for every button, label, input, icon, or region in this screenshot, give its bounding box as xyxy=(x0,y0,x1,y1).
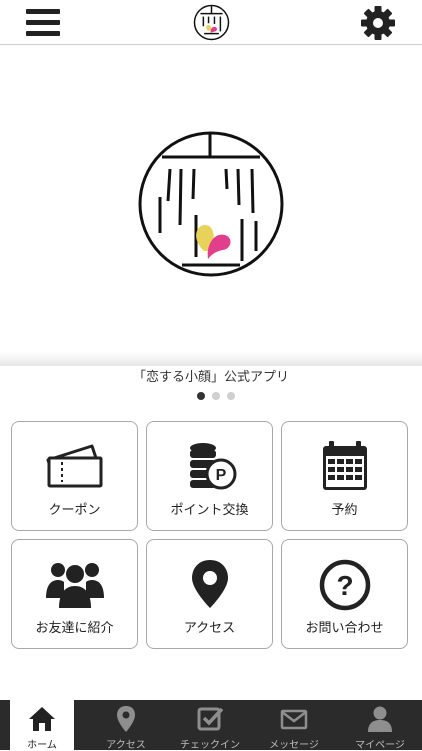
tab-home[interactable]: ホーム xyxy=(10,700,74,751)
shop-logo xyxy=(193,4,230,41)
hero-caption: 「恋する小顔」公式アプリ xyxy=(132,370,289,385)
refer-friend-tile[interactable]: お友達に紹介 xyxy=(11,539,138,649)
reservation-label: 予約 xyxy=(331,503,358,518)
coupon-label: クーポン xyxy=(48,503,101,518)
refer-friend-label: お友達に紹介 xyxy=(35,621,114,636)
contact-label: お問い合わせ xyxy=(305,621,384,636)
tab-checkin-label: チェックイン xyxy=(180,740,240,751)
slide-dot[interactable] xyxy=(227,392,235,400)
ticket-icon xyxy=(46,444,102,488)
menu-button[interactable] xyxy=(26,8,60,38)
tab-message[interactable]: メッセージ xyxy=(252,700,336,751)
svg-text:P: P xyxy=(215,467,226,484)
envelope-icon xyxy=(280,709,308,730)
slide-dot-active[interactable] xyxy=(197,392,205,400)
access-tile[interactable]: アクセス xyxy=(146,539,273,649)
friends-group-icon xyxy=(45,563,104,608)
tab-message-label: メッセージ xyxy=(269,740,319,751)
tab-checkin[interactable]: チェックイン xyxy=(168,700,252,751)
tab-mypage[interactable]: マイページ xyxy=(338,700,422,751)
question-circle-icon: ? xyxy=(319,559,370,611)
tab-mypage-label: マイページ xyxy=(355,740,405,751)
svg-text:?: ? xyxy=(336,570,353,601)
gear-icon xyxy=(361,6,395,40)
calendar-icon xyxy=(322,441,367,490)
bottom-tab-bar: ホーム アクセス チェックイン メッセージ マイページ xyxy=(0,700,422,751)
access-label: アクセス xyxy=(183,621,236,636)
points-coins-icon: P xyxy=(189,443,236,490)
slide-dot[interactable] xyxy=(212,392,220,400)
settings-button[interactable] xyxy=(360,5,396,41)
coupon-tile[interactable]: クーポン xyxy=(11,421,138,531)
tab-home-label: ホーム xyxy=(27,740,57,751)
reservation-tile[interactable]: 予約 xyxy=(281,421,408,531)
map-pin-icon xyxy=(117,706,135,732)
contact-tile[interactable]: ? お問い合わせ xyxy=(281,539,408,649)
user-icon xyxy=(368,706,392,732)
tab-access[interactable]: アクセス xyxy=(84,700,168,751)
map-pin-icon xyxy=(191,560,228,608)
hero-logo xyxy=(138,131,284,277)
hero-divider xyxy=(0,352,422,366)
points-exchange-tile[interactable]: P ポイント交換 xyxy=(146,421,273,531)
home-icon xyxy=(29,707,55,731)
tab-access-label: アクセス xyxy=(106,740,146,751)
points-exchange-label: ポイント交換 xyxy=(170,503,249,518)
checkbox-icon xyxy=(197,707,224,731)
app-header xyxy=(0,0,422,45)
